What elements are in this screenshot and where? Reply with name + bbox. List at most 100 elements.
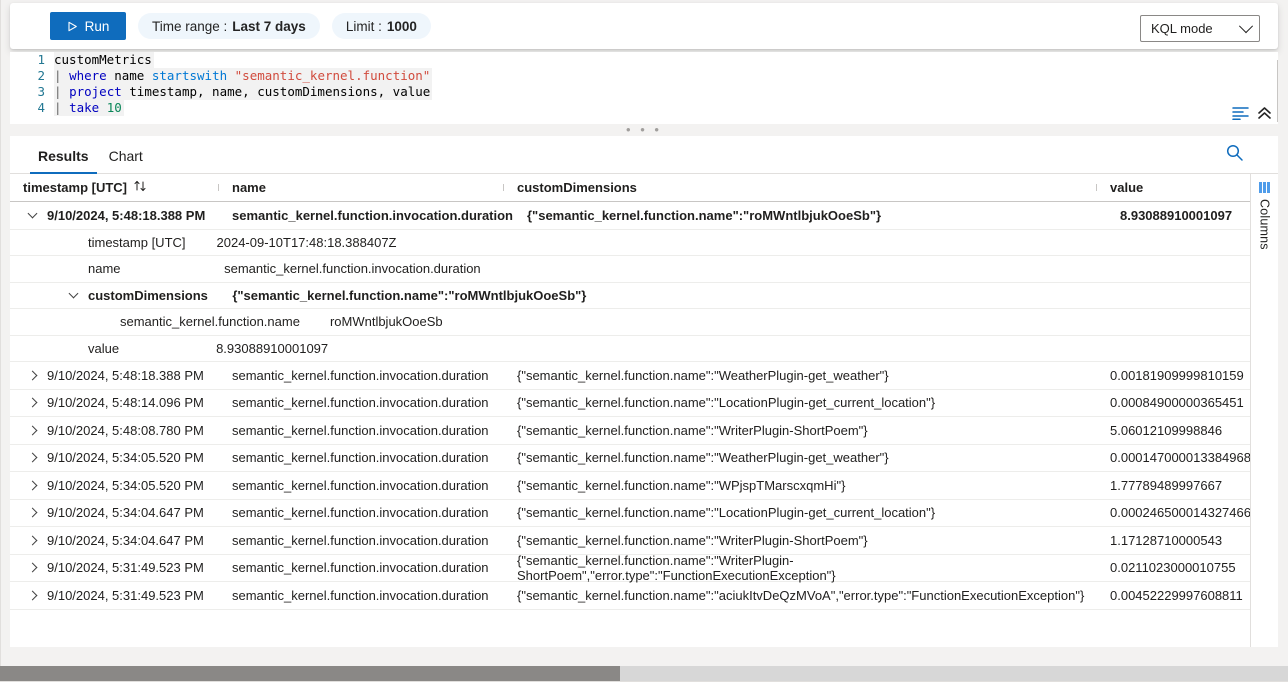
query-line-text: customMetrics [54,52,154,68]
collapse-row-icon[interactable] [23,210,41,220]
detail-row: value 8.93088910001097 [10,336,1278,363]
cell-name: semantic_kernel.function.invocation.dura… [218,450,503,465]
detail-row-value: 8.93088910001097 [216,341,328,356]
table-row[interactable]: 9/10/2024, 5:34:05.520 PM semantic_kernel… [10,445,1278,473]
results-grid-header: timestamp [UTC] name [10,174,1278,202]
run-button[interactable]: Run [50,12,126,40]
query-token-fn: startswith [152,68,227,83]
query-toolbar: Run Time range : Last 7 days Limit : 100… [10,3,1278,49]
chevron-down-icon [27,209,37,219]
query-line[interactable]: 1customMetrics [10,52,1278,68]
cell-name: semantic_kernel.function.invocation.dura… [218,208,513,223]
left-edge-rule [0,0,1,687]
table-row[interactable]: 9/10/2024, 5:34:05.520 PMsemantic_kernel… [10,472,1278,500]
tab-results-label: Results [38,148,89,164]
cell-timestamp: 9/10/2024, 5:34:05.520 PM [10,478,218,493]
detail-row-key: semantic_kernel.function.name [120,314,300,329]
cell-timestamp: 9/10/2024, 5:34:04.647 PM [10,505,218,520]
cell-timestamp: 9/10/2024, 5:48:18.388 PM [10,368,218,383]
query-editor[interactable]: 1customMetrics2| where name startswith "… [10,52,1278,124]
expand-row-icon[interactable] [23,399,41,406]
expand-row-icon[interactable] [23,454,41,461]
query-line-text: | take 10 [54,100,124,116]
table-row[interactable]: 9/10/2024, 5:34:04.647 PMsemantic_kernel… [10,500,1278,528]
query-line-number: 4 [10,100,54,116]
query-token-num: 10 [107,100,122,115]
detail-row-value: semantic_kernel.function.invocation.dura… [224,261,481,276]
cell-name: semantic_kernel.function.invocation.dura… [218,368,503,383]
column-header-timestamp[interactable]: timestamp [UTC] [10,180,218,195]
chevron-right-icon [27,590,37,600]
chevron-right-icon [27,425,37,435]
tab-results[interactable]: Results [28,148,99,173]
table-row[interactable]: 9/10/2024, 5:48:08.780 PMsemantic_kernel… [10,417,1278,445]
cell-customdimensions: {"semantic_kernel.function.name":"WPjspT… [503,478,1096,493]
cell-timestamp-text: 9/10/2024, 5:34:05.520 PM [47,450,204,465]
chevron-right-icon [27,535,37,545]
detail-row-value: {"semantic_kernel.function.name":"roMWnt… [232,288,586,303]
expand-row-icon[interactable] [23,482,41,489]
column-header-value-label: value [1110,180,1143,195]
tab-chart-label: Chart [109,148,143,164]
cell-customdimensions: {"semantic_kernel.function.name":"Weathe… [503,450,1096,465]
tab-chart[interactable]: Chart [99,148,153,173]
query-line-text: | project timestamp, name, customDimensi… [54,84,432,100]
query-token-kw: project [69,84,122,99]
limit-pill[interactable]: Limit : 1000 [332,13,431,39]
panel-splitter[interactable]: • • • [10,124,1278,136]
column-header-name[interactable]: name [218,180,503,195]
results-grid: timestamp [UTC] name [10,174,1278,610]
horizontal-scrollbar[interactable] [0,666,1288,681]
run-button-label: Run [85,19,110,34]
expand-row-icon[interactable] [23,509,41,516]
query-token-plain [99,100,107,115]
column-header-customdimensions[interactable]: customDimensions [503,180,1096,195]
results-grid-body: 9/10/2024, 5:48:18.388 PM semantic_kernel… [10,202,1278,610]
query-mode-dropdown[interactable]: KQL mode [1140,15,1260,42]
expand-row-icon[interactable] [23,427,41,434]
collapse-row-icon[interactable] [64,290,82,300]
bottom-edge [0,681,1288,687]
expand-row-icon[interactable] [23,537,41,544]
table-row[interactable]: 9/10/2024, 5:31:49.523 PM semantic_kernel… [10,555,1278,583]
search-icon[interactable] [1225,143,1244,167]
detail-indent [10,290,88,300]
chevron-right-icon [27,508,37,518]
query-token-plain [227,68,235,83]
expand-row-icon[interactable] [23,372,41,379]
detail-row-key: customDimensions [88,288,208,303]
cell-name: semantic_kernel.function.invocation.dura… [218,560,503,575]
table-row[interactable]: 9/10/2024, 5:48:18.388 PM semantic_kernel… [10,362,1278,390]
collapse-editor-icon[interactable] [1257,106,1272,120]
cell-timestamp-text: 9/10/2024, 5:48:14.096 PM [47,395,204,410]
table-row[interactable]: 9/10/2024, 5:48:14.096 PMsemantic_kernel… [10,390,1278,418]
horizontal-scrollbar-thumb[interactable] [0,666,620,681]
kusto-query-page: Run Time range : Last 7 days Limit : 100… [0,0,1288,687]
cell-timestamp-text: 9/10/2024, 5:48:18.388 PM [47,368,204,383]
cell-customdimensions: {"semantic_kernel.function.name":"Writer… [503,533,1096,548]
query-line[interactable]: 4| take 10 [10,100,1278,116]
query-line-number: 3 [10,84,54,100]
table-row[interactable]: 9/10/2024, 5:48:18.388 PM semantic_kernel… [10,202,1278,230]
cell-timestamp: 9/10/2024, 5:48:14.096 PM [10,395,218,410]
detail-row-key: value [88,341,119,356]
cell-name: semantic_kernel.function.invocation.dura… [218,588,503,603]
expand-row-icon[interactable] [23,592,41,599]
query-line[interactable]: 3| project timestamp, name, customDimens… [10,84,1278,100]
table-row[interactable]: 9/10/2024, 5:34:04.647 PMsemantic_kernel… [10,527,1278,555]
time-range-value: Last 7 days [232,19,306,34]
expand-row-icon[interactable] [23,564,41,571]
format-query-icon[interactable] [1232,106,1249,120]
cell-timestamp-text: 9/10/2024, 5:31:49.523 PM [47,588,204,603]
time-range-pill[interactable]: Time range : Last 7 days [138,13,320,39]
query-line[interactable]: 2| where name startswith "semantic_kerne… [10,68,1278,84]
sort-icon[interactable] [133,180,148,195]
query-code-area[interactable]: 1customMetrics2| where name startswith "… [10,52,1278,116]
cell-timestamp-text: 9/10/2024, 5:31:49.523 PM [47,560,204,575]
query-token-str: "semantic_kernel.function" [235,68,431,83]
table-row[interactable]: 9/10/2024, 5:31:49.523 PM semantic_kernel… [10,582,1278,610]
columns-side-panel-tab[interactable]: Columns [1250,174,1278,647]
column-header-timestamp-label: timestamp [UTC] [23,180,127,195]
cell-timestamp-text: 9/10/2024, 5:48:18.388 PM [47,208,205,223]
cell-customdimensions: {"semantic_kernel.function.name":"Writer… [503,423,1096,438]
